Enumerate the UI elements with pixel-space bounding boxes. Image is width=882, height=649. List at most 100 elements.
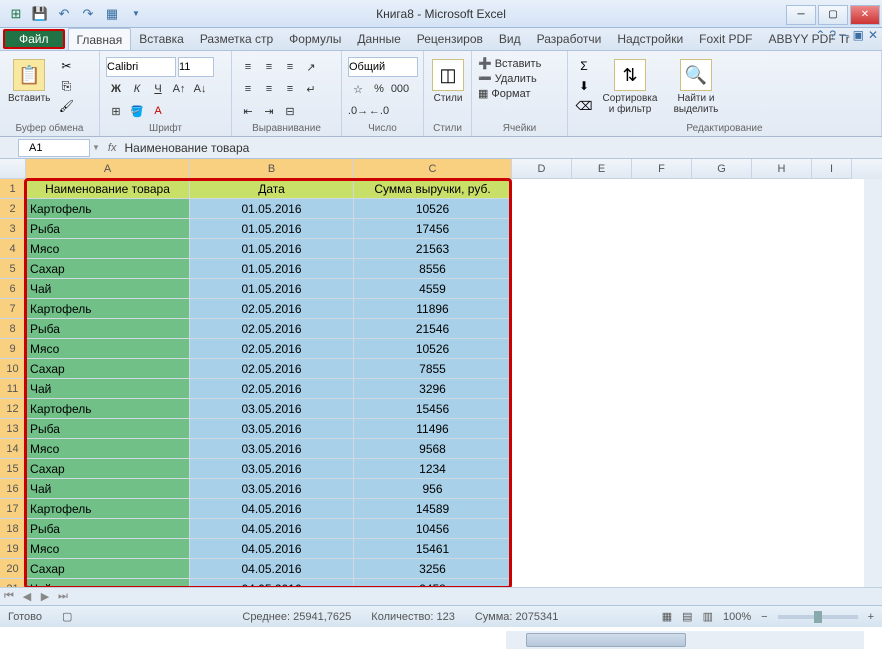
clear-icon[interactable]: ⌫ bbox=[574, 97, 594, 115]
cell[interactable]: 1234 bbox=[354, 459, 512, 479]
doc-restore-icon[interactable]: ▣ bbox=[853, 28, 864, 42]
percent-icon[interactable]: % bbox=[369, 79, 389, 99]
cell[interactable]: 10526 bbox=[354, 199, 512, 219]
sort-filter-button[interactable]: ⇅ Сортировка и фильтр bbox=[598, 57, 662, 117]
file-tab[interactable]: Файл bbox=[3, 29, 65, 49]
borders-icon[interactable]: ⊞ bbox=[106, 101, 126, 121]
row-header[interactable]: 1 bbox=[0, 179, 26, 199]
insert-cells-button[interactable]: ➕Вставить bbox=[478, 57, 541, 70]
help-icon[interactable]: ? bbox=[829, 28, 836, 42]
cell[interactable]: 04.05.2016 bbox=[190, 519, 354, 539]
cell[interactable]: 15461 bbox=[354, 539, 512, 559]
cell[interactable]: Рыба bbox=[26, 519, 190, 539]
cell[interactable]: Сахар bbox=[26, 559, 190, 579]
qat-dropdown-icon[interactable]: ▼ bbox=[126, 4, 146, 24]
sheet-nav-first-icon[interactable]: ⏮ bbox=[0, 590, 18, 603]
styles-button[interactable]: ◫ Стили bbox=[430, 57, 466, 106]
cell[interactable]: Картофель bbox=[26, 499, 190, 519]
row-header[interactable]: 5 bbox=[0, 259, 26, 279]
fill-color-icon[interactable]: 🪣 bbox=[127, 101, 147, 121]
comma-icon[interactable]: 000 bbox=[390, 79, 410, 99]
cell[interactable]: Картофель bbox=[26, 199, 190, 219]
cell[interactable]: Рыба bbox=[26, 219, 190, 239]
cell[interactable]: 01.05.2016 bbox=[190, 279, 354, 299]
row-header[interactable]: 10 bbox=[0, 359, 26, 379]
merge-icon[interactable]: ⊟ bbox=[280, 101, 300, 121]
doc-close-icon[interactable]: ✕ bbox=[868, 28, 878, 42]
col-header-d[interactable]: D bbox=[512, 159, 572, 179]
col-header-f[interactable]: F bbox=[632, 159, 692, 179]
cell[interactable]: 14589 bbox=[354, 499, 512, 519]
cell[interactable]: 04.05.2016 bbox=[190, 579, 354, 587]
align-left-icon[interactable]: ≡ bbox=[238, 79, 258, 99]
row-header[interactable]: 4 bbox=[0, 239, 26, 259]
cell[interactable]: 2458 bbox=[354, 579, 512, 587]
row-header[interactable]: 12 bbox=[0, 399, 26, 419]
row-header[interactable]: 20 bbox=[0, 559, 26, 579]
cell[interactable]: Картофель bbox=[26, 399, 190, 419]
cell[interactable]: Сахар bbox=[26, 359, 190, 379]
bold-icon[interactable]: Ж bbox=[106, 79, 126, 99]
italic-icon[interactable]: К bbox=[127, 79, 147, 99]
cell[interactable]: 03.05.2016 bbox=[190, 479, 354, 499]
row-header[interactable]: 14 bbox=[0, 439, 26, 459]
fx-icon[interactable]: fx bbox=[108, 142, 117, 154]
row-header[interactable]: 16 bbox=[0, 479, 26, 499]
zoom-in-icon[interactable]: + bbox=[868, 611, 874, 623]
tab-review[interactable]: Рецензиров bbox=[409, 28, 491, 50]
decrease-indent-icon[interactable]: ⇤ bbox=[238, 101, 258, 121]
cell[interactable]: Мясо bbox=[26, 539, 190, 559]
redo-icon[interactable]: ↷ bbox=[78, 4, 98, 24]
find-select-button[interactable]: 🔍 Найти и выделить bbox=[666, 57, 726, 117]
font-color-icon[interactable]: A bbox=[148, 101, 168, 121]
cell[interactable]: 01.05.2016 bbox=[190, 199, 354, 219]
sheet-nav-next-icon[interactable]: ▶ bbox=[36, 590, 54, 603]
align-middle-icon[interactable]: ≡ bbox=[259, 57, 279, 77]
cell[interactable]: 01.05.2016 bbox=[190, 219, 354, 239]
cell[interactable]: Чай bbox=[26, 379, 190, 399]
cell[interactable]: Наименование товара bbox=[26, 179, 190, 199]
cell[interactable]: 01.05.2016 bbox=[190, 259, 354, 279]
font-size-select[interactable] bbox=[178, 57, 214, 77]
row-header[interactable]: 13 bbox=[0, 419, 26, 439]
cell[interactable]: 02.05.2016 bbox=[190, 319, 354, 339]
cell[interactable]: Мясо bbox=[26, 439, 190, 459]
tab-home[interactable]: Главная bbox=[68, 28, 132, 50]
fill-icon[interactable]: ⬇ bbox=[574, 77, 594, 95]
format-painter-icon[interactable]: 🖌 bbox=[56, 97, 76, 115]
align-right-icon[interactable]: ≡ bbox=[280, 79, 300, 99]
view-page-layout-icon[interactable]: ▤ bbox=[682, 610, 692, 623]
cell[interactable]: 03.05.2016 bbox=[190, 419, 354, 439]
cell[interactable]: 02.05.2016 bbox=[190, 379, 354, 399]
cut-icon[interactable]: ✂ bbox=[56, 57, 76, 75]
minimize-button[interactable]: ─ bbox=[786, 5, 816, 25]
delete-cells-button[interactable]: ➖Удалить bbox=[478, 72, 537, 85]
row-header[interactable]: 8 bbox=[0, 319, 26, 339]
cell[interactable]: Чай bbox=[26, 479, 190, 499]
paste-button[interactable]: 📋 Вставить bbox=[6, 57, 52, 106]
undo-icon[interactable]: ↶ bbox=[54, 4, 74, 24]
cells-area[interactable]: Наименование товараДатаСумма выручки, ру… bbox=[26, 179, 882, 587]
row-header[interactable]: 9 bbox=[0, 339, 26, 359]
cell[interactable]: 8556 bbox=[354, 259, 512, 279]
cell[interactable]: 02.05.2016 bbox=[190, 359, 354, 379]
tab-foxit[interactable]: Foxit PDF bbox=[691, 28, 760, 50]
format-cells-button[interactable]: ▦Формат bbox=[478, 87, 530, 100]
vertical-scrollbar[interactable] bbox=[864, 179, 882, 587]
zoom-slider-thumb[interactable] bbox=[814, 611, 822, 623]
tab-data[interactable]: Данные bbox=[349, 28, 408, 50]
horizontal-scroll-thumb[interactable] bbox=[526, 633, 686, 647]
col-header-c[interactable]: C bbox=[354, 159, 512, 179]
maximize-button[interactable]: ▢ bbox=[818, 5, 848, 25]
col-header-g[interactable]: G bbox=[692, 159, 752, 179]
name-box[interactable]: A1 bbox=[18, 139, 90, 157]
cell[interactable]: 4559 bbox=[354, 279, 512, 299]
cell[interactable]: 15456 bbox=[354, 399, 512, 419]
copy-icon[interactable]: ⎘ bbox=[56, 77, 76, 95]
decrease-decimal-icon[interactable]: ←.0 bbox=[369, 101, 389, 121]
font-name-select[interactable] bbox=[106, 57, 176, 77]
select-all-corner[interactable] bbox=[0, 159, 26, 179]
cell[interactable]: 21546 bbox=[354, 319, 512, 339]
cell[interactable]: 9568 bbox=[354, 439, 512, 459]
cell[interactable]: Сахар bbox=[26, 459, 190, 479]
